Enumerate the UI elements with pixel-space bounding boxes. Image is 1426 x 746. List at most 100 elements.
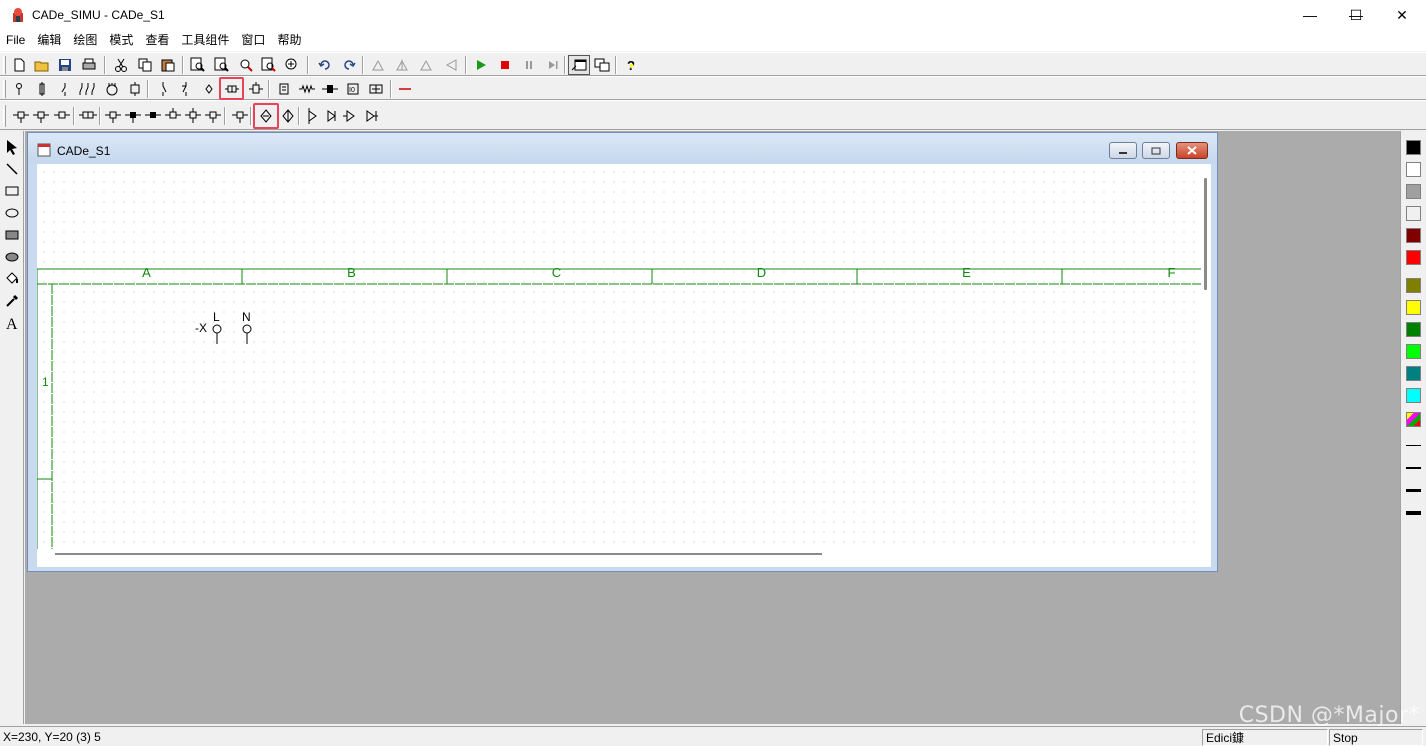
window-icon[interactable] — [568, 55, 590, 75]
resize-grip[interactable] — [1201, 549, 1211, 567]
color-swatch[interactable] — [1406, 344, 1421, 359]
cut-icon[interactable] — [110, 55, 132, 75]
flip-icon[interactable] — [440, 55, 462, 75]
contact-e-icon[interactable] — [122, 106, 144, 126]
undo-icon[interactable] — [314, 55, 336, 75]
zoom-icon[interactable] — [187, 55, 209, 75]
color-swatch[interactable] — [1406, 278, 1421, 293]
motor-icon[interactable] — [101, 79, 123, 99]
menu-tools[interactable]: 工具组件 — [175, 30, 235, 51]
menu-draw[interactable]: 绘图 — [67, 30, 103, 51]
maximize-button[interactable]: ☐ — [1333, 0, 1379, 30]
stop-icon[interactable] — [494, 55, 516, 75]
color-swatch[interactable] — [1406, 206, 1421, 221]
paste-icon[interactable] — [157, 55, 179, 75]
pause-icon[interactable] — [518, 55, 540, 75]
terminal-N-circle[interactable] — [242, 324, 252, 334]
ellipse-icon[interactable] — [2, 203, 22, 223]
document-title-bar[interactable]: CADe_S1 — [28, 133, 1217, 163]
coil-icon[interactable] — [124, 79, 146, 99]
diamond-contact-icon[interactable] — [198, 79, 220, 99]
line-width-2[interactable] — [1406, 467, 1421, 469]
play-icon[interactable] — [470, 55, 492, 75]
terminal-icon[interactable] — [8, 79, 30, 99]
mirror-icon[interactable] — [391, 55, 413, 75]
step-icon[interactable] — [542, 55, 564, 75]
color-swatch[interactable] — [1406, 228, 1421, 243]
connector-icon[interactable] — [245, 79, 267, 99]
resistor-icon[interactable] — [296, 79, 318, 99]
timer-icon[interactable] — [273, 79, 295, 99]
toolbar-grip[interactable] — [3, 105, 6, 127]
color-swatch[interactable] — [1406, 184, 1421, 199]
contact-a-icon[interactable] — [10, 106, 32, 126]
filled-rectangle-icon[interactable] — [2, 225, 22, 245]
zoom-out-icon[interactable] — [211, 55, 233, 75]
close-button[interactable]: ✕ — [1379, 0, 1425, 30]
color-swatch[interactable] — [1406, 366, 1421, 381]
contact-c-icon[interactable] — [51, 106, 73, 126]
new-icon[interactable] — [8, 55, 30, 75]
text-tool-icon[interactable]: A — [2, 313, 22, 333]
menu-edit[interactable]: 编辑 — [31, 30, 67, 51]
relay-icon[interactable]: I0 — [342, 79, 364, 99]
line-width-1[interactable] — [1406, 445, 1421, 446]
contact-no-icon[interactable] — [152, 79, 174, 99]
menu-view[interactable]: 查看 — [139, 30, 175, 51]
color-swatch[interactable] — [1406, 140, 1421, 155]
menu-help[interactable]: 帮助 — [271, 30, 307, 51]
contact-n-icon[interactable] — [340, 106, 362, 126]
doc-minimize-button[interactable] — [1109, 142, 1137, 159]
doc-restore-button[interactable] — [1142, 142, 1170, 159]
contact-i-icon[interactable] — [202, 106, 224, 126]
wire-red-icon[interactable] — [394, 79, 416, 99]
color-swatch[interactable] — [1406, 250, 1421, 265]
vertical-scrollbar[interactable] — [1201, 164, 1211, 549]
line-icon[interactable] — [2, 159, 22, 179]
rectangle-icon[interactable] — [2, 181, 22, 201]
contact-f-icon[interactable] — [142, 106, 164, 126]
line-width-3[interactable] — [1406, 489, 1421, 492]
contact-h-icon[interactable] — [182, 106, 204, 126]
print-icon[interactable] — [78, 55, 100, 75]
terminal-L-circle[interactable] — [212, 324, 222, 334]
toolbar-grip[interactable] — [3, 56, 6, 74]
horizontal-scroll-thumb[interactable] — [55, 553, 822, 555]
copy-icon[interactable] — [134, 55, 156, 75]
fuse-icon[interactable] — [31, 79, 53, 99]
drawing-canvas[interactable]: A B C D E F 1 -X L N — [37, 164, 1201, 567]
arrow-select-icon[interactable] — [2, 137, 22, 157]
doc-close-button[interactable] — [1176, 142, 1208, 159]
mirror-v-icon[interactable] — [415, 55, 437, 75]
redo-icon[interactable] — [338, 55, 360, 75]
menu-mode[interactable]: 模式 — [103, 30, 139, 51]
menu-window[interactable]: 窗口 — [235, 30, 271, 51]
eyedropper-icon[interactable] — [2, 291, 22, 311]
zoom-area-icon[interactable] — [235, 55, 257, 75]
color-swatch[interactable] — [1406, 162, 1421, 177]
rotate-icon[interactable] — [367, 55, 389, 75]
help-icon[interactable]: ? — [620, 55, 642, 75]
zoom-fit-icon[interactable] — [281, 55, 303, 75]
contact-d-icon[interactable] — [102, 106, 124, 126]
contact-double-icon[interactable] — [77, 106, 99, 126]
custom-color-swatch[interactable] — [1406, 412, 1421, 427]
zoom-page-icon[interactable] — [258, 55, 280, 75]
minimize-button-alt[interactable]: — — [1287, 0, 1333, 30]
save-icon[interactable] — [54, 55, 76, 75]
menu-file[interactable]: File — [0, 30, 31, 51]
fill-bucket-icon[interactable] — [2, 269, 22, 289]
plc-icon[interactable] — [365, 79, 387, 99]
color-swatch[interactable] — [1406, 300, 1421, 315]
vertical-scroll-thumb[interactable] — [1204, 178, 1207, 290]
color-swatch[interactable] — [1406, 388, 1421, 403]
contact-g-icon[interactable] — [162, 106, 184, 126]
contact-b-icon[interactable] — [30, 106, 52, 126]
filled-ellipse-icon[interactable] — [2, 247, 22, 267]
contact-k-icon[interactable] — [277, 106, 299, 126]
color-swatch[interactable] — [1406, 322, 1421, 337]
breaker-3p-icon[interactable] — [78, 79, 100, 99]
breaker-icon[interactable] — [54, 79, 76, 99]
open-icon[interactable] — [31, 55, 53, 75]
lamp-icon[interactable] — [319, 79, 341, 99]
